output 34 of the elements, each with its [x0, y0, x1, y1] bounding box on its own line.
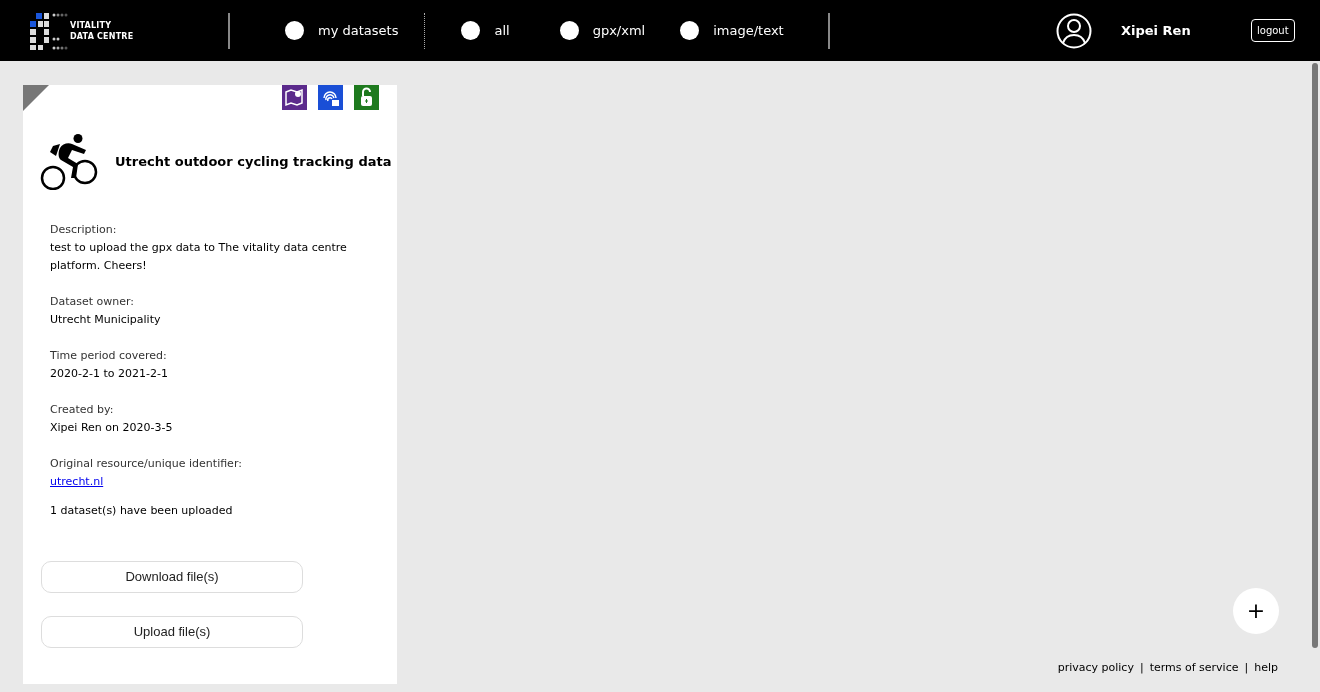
filter-radio[interactable]: image/text — [680, 20, 784, 41]
field-label: Original resource/unique identifier: — [50, 456, 243, 472]
filter-radio[interactable]: my datasets — [285, 20, 399, 41]
field-value: Utrecht Municipality — [50, 312, 162, 328]
corner-triangle-icon — [23, 85, 49, 111]
footer-link[interactable]: help — [1254, 660, 1278, 677]
resource-link[interactable]: utrecht.nl — [50, 473, 104, 491]
logo-text: DATA CENTRE — [70, 30, 134, 42]
logout-button[interactable]: logout — [1251, 19, 1295, 42]
field-label: Description: — [50, 222, 118, 238]
field-value: test to upload the gpx data to The vitality data centre platform. Cheers! — [50, 240, 348, 274]
footer-link[interactable]: terms of service — [1149, 660, 1239, 677]
user-name: Xipei Ren — [1121, 21, 1192, 40]
add-button[interactable]: + — [1233, 588, 1279, 634]
upload-count: 1 dataset(s) have been uploaded — [49, 503, 234, 519]
field-label: Time period covered: — [50, 348, 168, 364]
file-button[interactable]: Upload file(s) — [41, 615, 303, 648]
field-label: Dataset owner: — [50, 294, 136, 310]
cyclist-icon — [40, 134, 98, 190]
unlocked-padlock-icon[interactable] — [354, 85, 379, 110]
footer-link[interactable]: privacy policy — [1057, 660, 1134, 677]
filter-radio[interactable]: all — [461, 20, 510, 41]
logo-text: VITALITY — [70, 19, 113, 31]
file-button[interactable]: Download file(s) — [41, 560, 303, 593]
filter-radio[interactable]: gpx/xml — [559, 20, 646, 41]
field-value: 2020-2-1 to 2021-2-1 — [50, 366, 169, 382]
map-pin-icon[interactable] — [282, 85, 307, 110]
separator: | — [1139, 660, 1144, 676]
separator: | — [1244, 660, 1249, 676]
field-label: Created by: — [50, 402, 115, 418]
dataset-title: Utrecht outdoor cycling tracking data — [115, 153, 392, 172]
field-value: Xipei Ren on 2020-3-5 — [50, 420, 174, 436]
logo-icon — [28, 10, 68, 51]
user-avatar-icon[interactable] — [1056, 12, 1092, 49]
